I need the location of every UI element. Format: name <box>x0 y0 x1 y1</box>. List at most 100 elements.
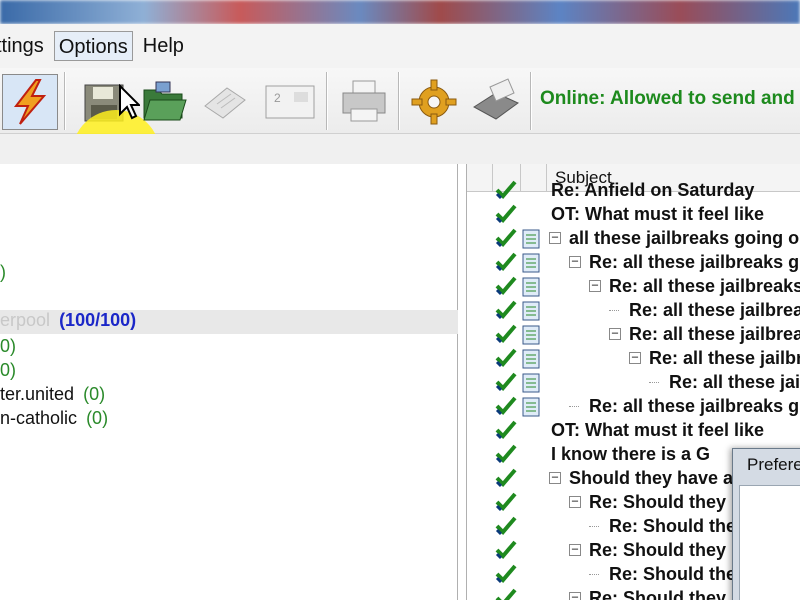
lightning-icon <box>13 79 47 125</box>
settings-button[interactable] <box>406 74 462 130</box>
toolbar-separator <box>326 72 328 130</box>
thread-subject: OT: What must it feel like <box>551 204 765 224</box>
toolbar-separator <box>530 72 532 130</box>
thread-row[interactable]: Re: all these jailbreak <box>467 298 800 322</box>
thread-row[interactable]: OT: What must it feel like <box>467 202 800 226</box>
read-check-icon <box>495 372 517 392</box>
thread-row[interactable]: − Re: all these jailbrea <box>467 322 800 346</box>
document-icon <box>522 397 540 417</box>
dialog-body <box>739 485 800 600</box>
gear-icon <box>411 79 457 125</box>
thread-subject: all these jailbreaks going o <box>569 228 800 248</box>
group-row[interactable]: 0) <box>0 360 16 381</box>
card-button[interactable]: 2 <box>262 74 318 130</box>
print-icon <box>342 80 386 122</box>
tree-connector <box>589 526 599 527</box>
window-title-bar <box>0 0 800 24</box>
thread-row[interactable]: OT: What must it feel like <box>467 418 800 442</box>
read-check-icon <box>495 348 517 368</box>
toolbar-separator <box>64 72 66 130</box>
tree-connector <box>649 382 659 383</box>
read-check-icon <box>495 468 517 488</box>
group-count: 0) <box>0 360 17 380</box>
group-count: (100/100) <box>59 310 137 330</box>
thread-subject: Re: all these jailbreak <box>629 300 800 320</box>
connect-button[interactable] <box>2 74 58 130</box>
group-count: (0) <box>86 408 109 428</box>
group-count: ) <box>0 262 6 282</box>
read-check-icon <box>495 252 517 272</box>
thread-row[interactable]: − Re: all these jailbreaks g <box>467 250 800 274</box>
read-check-icon <box>495 228 517 248</box>
toolbar-separator <box>398 72 400 130</box>
open-folder-button[interactable] <box>136 74 192 130</box>
tree-connector <box>569 406 579 407</box>
thread-subject: Re: Anfield on Saturday <box>551 180 755 200</box>
group-row[interactable]: ter.united (0) <box>0 384 105 405</box>
read-check-icon <box>495 564 517 584</box>
document-icon <box>522 349 540 369</box>
outbox-button[interactable] <box>468 74 524 130</box>
menu-bar: ttings Options Help <box>0 24 800 68</box>
thread-row[interactable]: Re: all these jai <box>467 370 800 394</box>
document-icon <box>522 253 540 273</box>
thread-subject: Re: all these jai <box>669 372 800 392</box>
collapse-toggle[interactable]: − <box>569 591 581 600</box>
collapse-toggle[interactable]: − <box>549 231 561 244</box>
thread-row[interactable]: − Re: all these jailbreaks <box>467 274 800 298</box>
group-row[interactable]: n-catholic (0) <box>0 408 108 429</box>
print-button[interactable] <box>336 74 392 130</box>
menu-settings[interactable]: ttings <box>0 31 48 61</box>
thread-subject: Re: Should the <box>609 516 736 536</box>
thread-subject: Re: all these jailbr <box>649 348 800 368</box>
menu-help[interactable]: Help <box>139 31 188 61</box>
thread-subject: OT: What must it feel like <box>551 420 765 440</box>
document-icon <box>522 325 540 345</box>
collapse-toggle[interactable]: − <box>569 543 581 556</box>
group-name: ter.united <box>0 384 75 404</box>
tree-connector <box>589 574 599 575</box>
open-folder-icon <box>143 81 187 121</box>
collapse-toggle[interactable]: − <box>569 495 581 508</box>
read-check-icon <box>495 324 517 344</box>
read-check-icon <box>495 276 517 296</box>
thread-row[interactable]: − Re: all these jailbr <box>467 346 800 370</box>
connection-status: Online: Allowed to send and <box>540 88 795 109</box>
thread-subject: Re: all these jailbrea <box>629 324 800 344</box>
thread-subject: Re: all these jailbreaks g <box>589 252 800 272</box>
newsgroup-pane: ) erpool (100/100) 0) 0) ter.united (0) … <box>0 164 458 600</box>
collapse-toggle[interactable]: − <box>629 351 641 364</box>
thread-subject: Re: Should they <box>589 540 727 560</box>
thread-row[interactable]: Re: Anfield on Saturday <box>467 178 800 202</box>
dialog-title: Prefere <box>747 455 800 474</box>
group-row-selected[interactable]: erpool (100/100) <box>0 310 458 334</box>
thread-row[interactable]: − all these jailbreaks going o <box>467 226 800 250</box>
read-check-icon <box>495 204 517 224</box>
thread-subject: Re: Should they <box>589 588 727 600</box>
collapse-toggle[interactable]: − <box>549 471 561 484</box>
document-icon <box>522 301 540 321</box>
group-row[interactable]: 0) <box>0 336 16 357</box>
thread-subject: Re: Should the <box>609 564 736 584</box>
read-check-icon <box>495 516 517 536</box>
mouse-cursor-icon <box>119 84 140 120</box>
thread-row[interactable]: Re: all these jailbreaks g <box>467 394 800 418</box>
news-button[interactable] <box>196 74 252 130</box>
read-check-icon <box>495 180 517 200</box>
document-icon <box>522 373 540 393</box>
document-icon <box>522 277 540 297</box>
card-icon: 2 <box>265 85 315 119</box>
read-check-icon <box>495 420 517 440</box>
collapse-toggle[interactable]: − <box>569 255 581 268</box>
collapse-toggle[interactable]: − <box>589 279 601 292</box>
read-check-icon <box>495 492 517 512</box>
read-check-icon <box>495 588 517 600</box>
menu-options[interactable]: Options <box>53 31 133 61</box>
group-row[interactable]: ) <box>0 262 6 283</box>
group-count: 0) <box>0 336 17 356</box>
collapse-toggle[interactable]: − <box>609 327 621 340</box>
group-name: n-catholic <box>0 408 78 428</box>
toolbar-bottom-band <box>0 134 800 164</box>
thread-subject: Should they have a <box>569 468 734 488</box>
document-icon <box>522 229 540 249</box>
